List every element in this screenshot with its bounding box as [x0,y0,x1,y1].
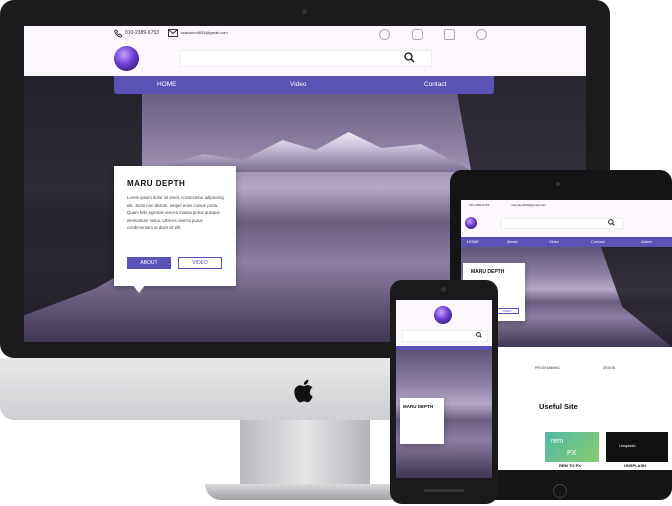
nav-home[interactable]: HOME [157,81,177,88]
tablet-feature-programming: PROGRAMMING [535,366,560,370]
mobile-search-icon[interactable] [476,332,482,338]
tile-px-text: PX [567,450,577,457]
tablet-nav-video[interactable]: Video [549,239,559,244]
tablet-useful-title: Useful Site [539,402,578,411]
tablet-search-icon[interactable] [608,219,615,226]
imac-foot [205,484,405,500]
video-button[interactable]: VIDEO [178,257,222,269]
github-icon[interactable] [476,29,487,40]
tile-unsplash-caption: UNSPLASH [624,463,647,468]
tablet-logo[interactable] [465,217,477,229]
search-input[interactable] [180,50,432,67]
instagram-icon[interactable] [412,29,423,40]
card-title: MARU DEPTH [127,179,186,188]
site-logo[interactable] [114,46,139,71]
tablet-home-button[interactable] [553,484,567,498]
card-text: Lorem ipsum dolor sit amet, consectetur … [127,195,224,231]
phone-icon [114,29,123,38]
tablet-email: marudev4835@gmail.com [511,203,547,207]
tile-rem-text: rem [551,438,564,445]
phone-camera [441,287,446,292]
tile-unsplash-logo: Unsplash [619,443,636,448]
imac-camera [302,9,307,14]
tablet-video-button[interactable]: VIDEO [495,308,519,314]
mobile-card-title: MARU DEPTH [403,404,433,409]
phone-speaker [424,489,464,492]
chat-icon[interactable] [379,29,390,40]
mobile-logo[interactable] [434,306,452,324]
about-button[interactable]: ABOUT [127,257,171,269]
tablet-card-title: MARU DEPTH [471,269,505,275]
apple-logo-icon [294,379,313,403]
tablet-nav-admin[interactable]: Admin [641,239,652,244]
header-phone: 010-2389-6753 [125,30,159,36]
tablet-feature-design: DESIGN [603,366,616,370]
search-icon[interactable] [404,52,415,63]
tablet-camera [556,182,560,186]
nav-video[interactable]: Video [290,81,307,88]
imac-stand [240,420,370,488]
tablet-search-input[interactable] [501,218,623,229]
facebook-icon[interactable] [444,29,455,40]
tablet-phone: 010-2389-6753 [469,203,490,207]
card-pointer [132,284,146,293]
tablet-nav-contact[interactable]: Contact [591,239,605,244]
header-email: marudev4835@gmail.com [181,30,228,35]
tablet-nav-about[interactable]: About [507,239,517,244]
mail-icon [168,29,178,37]
nav-contact[interactable]: Contact [424,81,446,88]
mobile-site-screen: MARU DEPTH [396,300,492,478]
tile-rem-caption: REM TO PX [559,463,581,468]
tablet-nav-home[interactable]: HOME [467,239,479,244]
